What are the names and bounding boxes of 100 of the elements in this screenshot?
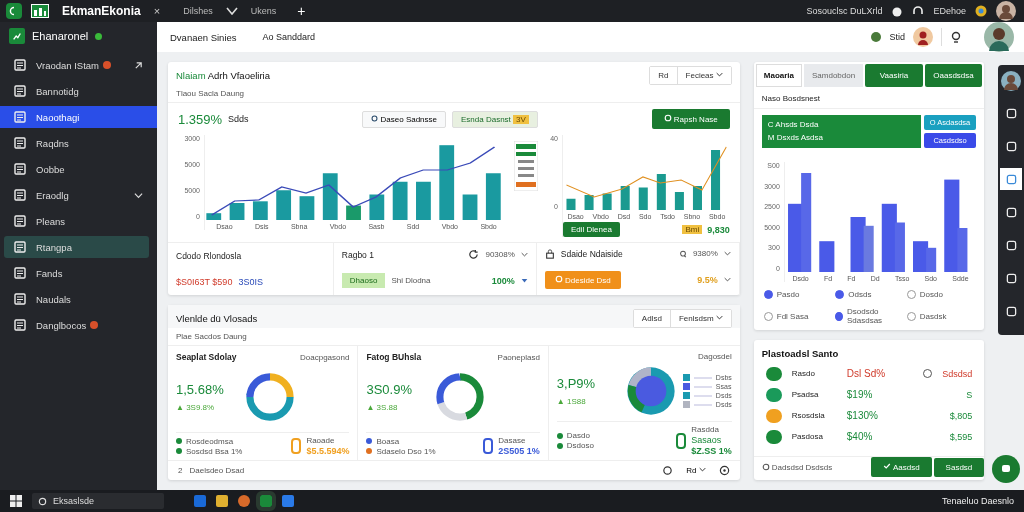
- card-subtitle: Naso Bosdsnest: [753, 89, 985, 109]
- sidebar-item[interactable]: Eraodlg: [0, 184, 157, 206]
- avatar[interactable]: [984, 22, 1014, 52]
- list-icon: [14, 137, 26, 149]
- change-value: Dsl Sd%: [846, 368, 886, 379]
- folder-icon[interactable]: [216, 495, 228, 507]
- chat-button[interactable]: [992, 455, 1021, 483]
- status-dot: [95, 32, 103, 40]
- clock: Tenaeluo Daesnlo: [941, 496, 1014, 506]
- list-icon: [14, 111, 26, 123]
- summary-banner: C Ahsds Dsda M Dsxds Asdsa: [761, 115, 921, 148]
- clock-icon[interactable]: [718, 465, 730, 476]
- taskbar-app-icon[interactable]: [282, 495, 294, 507]
- search-input[interactable]: Eksaslsde: [51, 495, 155, 507]
- asset-name: Pasdosa: [791, 432, 824, 441]
- windows-icon[interactable]: [10, 495, 22, 507]
- chart-bar: [566, 198, 576, 210]
- card-title: Nlaiam Adrh Vfaoeliria: [176, 70, 270, 81]
- change-value: $19%: [846, 389, 873, 400]
- sidebar-item[interactable]: Danglbocos: [0, 314, 157, 336]
- side-label: Dasase: [498, 436, 527, 445]
- search-field[interactable]: Eksaslsde: [32, 493, 164, 509]
- avatar[interactable]: [996, 1, 1016, 21]
- close-tab-button[interactable]: ×: [153, 5, 161, 17]
- square-icon: [1005, 272, 1017, 284]
- breadcrumb[interactable]: Ao Sanddard: [262, 32, 316, 42]
- edit-button[interactable]: Edil Dlenea: [563, 222, 620, 237]
- chart-bar: [485, 173, 501, 220]
- sidebar-item[interactable]: Raqdns: [0, 132, 157, 154]
- window-tab[interactable]: Ukens: [246, 3, 281, 19]
- chart-icon: [9, 28, 25, 44]
- tab[interactable]: Samdobdon: [804, 64, 864, 87]
- browser-icon[interactable]: [975, 5, 987, 17]
- sidebar-item[interactable]: Vraodan IStam: [0, 54, 157, 76]
- headset-icon[interactable]: [912, 5, 925, 17]
- asset-name: Rsosdsla: [791, 411, 826, 420]
- sidebar-item[interactable]: Bannotidg: [0, 80, 157, 102]
- sidebar-item[interactable]: Oobbe: [0, 158, 157, 180]
- refresh-icon[interactable]: [468, 249, 480, 261]
- circle-icon: [761, 463, 770, 471]
- stat-value: 1.359%: [178, 111, 223, 127]
- confirm-button[interactable]: Aasdsd: [871, 457, 932, 477]
- sidebar-item[interactable]: Naudals: [0, 288, 157, 310]
- asset-value: Sdsdsd: [942, 368, 973, 379]
- chart-bar: [620, 186, 630, 210]
- user-name: Stid: [889, 32, 905, 42]
- cell-value: 100%: [491, 275, 515, 286]
- legend-toggle[interactable]: [763, 290, 773, 299]
- app-icon[interactable]: [6, 3, 22, 19]
- window-tab[interactable]: Dilshes: [179, 3, 217, 19]
- footer-text: Dadsdsd Dsdsds: [771, 462, 833, 472]
- dropdown-button[interactable]: Rd: [680, 465, 712, 476]
- card-subtitle: Tlaou Sacla Daung: [168, 85, 740, 103]
- filter-button[interactable]: Adlsd: [633, 310, 671, 327]
- chevron-icon: [698, 466, 706, 473]
- panel-note: Paoneplasd: [497, 352, 540, 362]
- page-title: Dvanaen Sinies: [170, 31, 237, 43]
- chevron-icon[interactable]: [225, 7, 238, 15]
- filter-button[interactable]: Rd: [650, 67, 678, 84]
- list-icon: [14, 241, 26, 253]
- action-button[interactable]: Oaasdsdsa: [924, 64, 983, 87]
- square-icon: [1005, 140, 1017, 152]
- asset-value: $,595: [949, 431, 973, 442]
- chat-icon: [1000, 463, 1013, 475]
- toolbar-button[interactable]: [1000, 168, 1023, 190]
- chart-bar: [369, 194, 385, 220]
- tab[interactable]: Maoaria: [755, 64, 802, 87]
- status-text: Sosouclsc DuLXrld: [806, 6, 883, 16]
- panel-value: 3S0.9%: [366, 382, 413, 397]
- tag: Bmi: [682, 225, 703, 234]
- taskbar-app-icon[interactable]: [238, 495, 250, 507]
- sidebar-item[interactable]: Naoothagi: [0, 106, 157, 128]
- asset-value: $,805: [949, 410, 973, 421]
- dropdown-button[interactable]: Fenlsdsm: [670, 310, 731, 327]
- cell-value: $S0I63T $590: [176, 276, 233, 287]
- panel-title: Fatog BUhsla: [366, 352, 422, 362]
- action-button[interactable]: Rapsh Nase: [651, 109, 730, 129]
- chart-bar: [392, 181, 408, 220]
- sidebar-item[interactable]: Pleans: [0, 210, 157, 232]
- circle-icon: [371, 114, 379, 122]
- filter-chip[interactable]: Daseo Sadnsse: [362, 110, 446, 128]
- cell-reading: 9380%: [692, 249, 718, 259]
- list-icon: [14, 189, 26, 201]
- avatar[interactable]: [1001, 71, 1022, 91]
- legend-toggle[interactable]: [835, 311, 843, 321]
- secondary-button[interactable]: Sasdsd: [933, 457, 985, 477]
- new-tab-button[interactable]: +: [297, 3, 306, 19]
- sidebar-item[interactable]: Rtangpa: [4, 236, 149, 258]
- cell-title: Sdaide Ndaiside: [560, 248, 623, 259]
- chart-bar: [602, 193, 612, 210]
- action-button[interactable]: Vaasiria: [865, 64, 923, 87]
- list-icon: [14, 85, 26, 97]
- sidebar-item[interactable]: Fands: [0, 262, 157, 284]
- filter-chip[interactable]: Esnda Dasnst 3V: [452, 110, 538, 128]
- avatar[interactable]: [913, 27, 933, 47]
- side-value: $5.5.594%: [306, 446, 350, 456]
- legend-toggle[interactable]: [835, 290, 845, 299]
- window-tab[interactable]: EkmanEkonia: [58, 1, 145, 21]
- change-value: $130%: [846, 410, 878, 421]
- chart-bar: [819, 241, 835, 272]
